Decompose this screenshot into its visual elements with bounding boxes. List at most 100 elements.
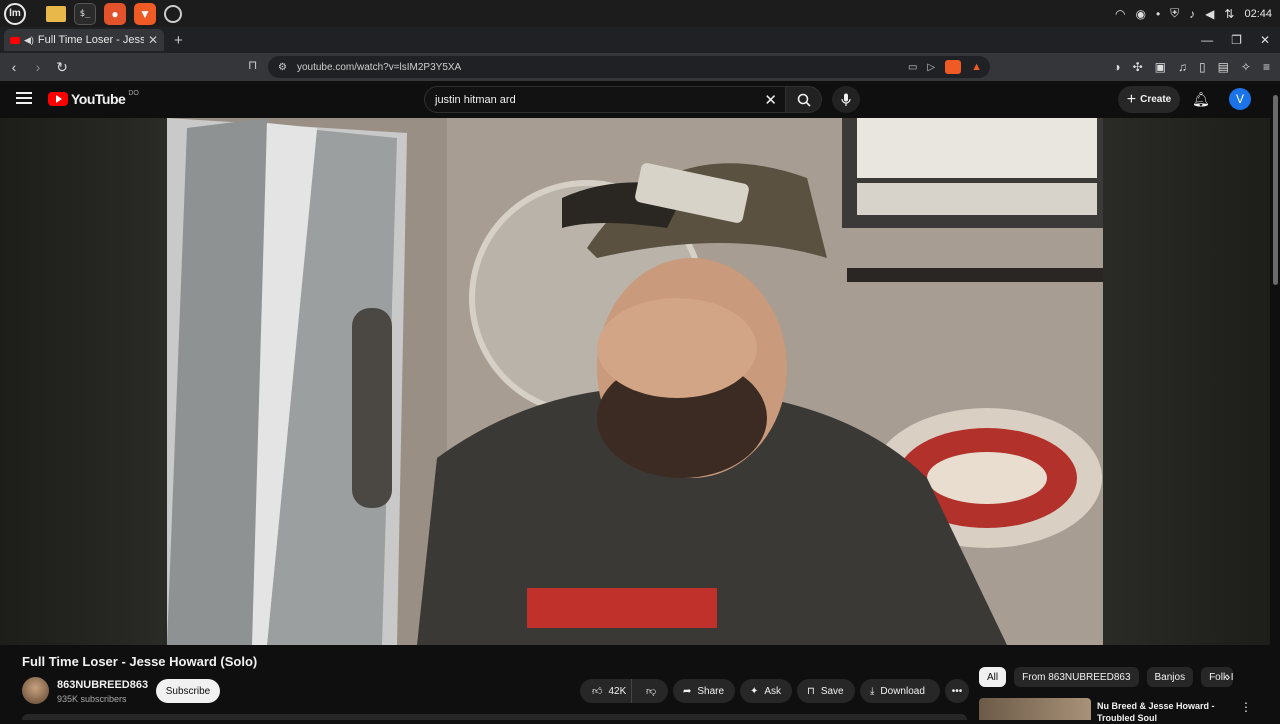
system-tray: ◠ ◉ • ⛨ ♪ ◀ ⇅ 02:44: [1115, 0, 1272, 27]
subscriber-count: 935K subscribers: [57, 694, 127, 704]
site-info-icon[interactable]: ⚙: [278, 62, 287, 73]
chip-all[interactable]: All: [979, 667, 1007, 687]
audio-playing-icon[interactable]: ◀): [24, 35, 34, 46]
page-scrollbar[interactable]: [1270, 81, 1280, 720]
youtube-header: YouTube DO justin hitman ard ✕ + Create …: [0, 81, 1280, 118]
send-icon[interactable]: ▷: [927, 62, 935, 73]
scrollbar-thumb[interactable]: [1273, 95, 1278, 285]
cast-icon[interactable]: ▭: [908, 62, 917, 73]
microphone-icon: [841, 93, 851, 106]
maximize-icon[interactable]: ❐: [1231, 33, 1242, 47]
os-taskbar: lm $_ ● ▼ ◠ ◉ • ⛨ ♪ ◀ ⇅ 02:44: [0, 0, 1280, 27]
save-button[interactable]: ⊓ Save: [797, 679, 855, 703]
url-text: youtube.com/watch?v=lsIM2P3Y5XA: [296, 61, 462, 73]
notification-icon[interactable]: ♪: [1189, 7, 1195, 21]
more-vertical-icon[interactable]: ⋮: [1240, 700, 1252, 714]
clear-search-icon[interactable]: ✕: [764, 91, 777, 109]
brave-icon[interactable]: ▼: [134, 2, 156, 25]
notifications-bell-icon[interactable]: 🔔︎: [1192, 91, 1210, 108]
minimize-icon[interactable]: —: [1201, 33, 1213, 47]
share-button[interactable]: ➦ Share: [673, 679, 735, 703]
channel-name[interactable]: 863NUBREED863: [57, 679, 148, 691]
chevron-right-icon[interactable]: ›: [1226, 669, 1230, 684]
create-label: Create: [1140, 94, 1172, 105]
firefox-icon[interactable]: ●: [104, 2, 126, 25]
video-player[interactable]: [167, 118, 1103, 645]
account-avatar[interactable]: V: [1229, 88, 1251, 110]
thumbs-down-icon: 👎︎: [646, 686, 657, 697]
share-label: Share: [697, 685, 725, 697]
window-controls: — ❐ ✕: [1201, 27, 1270, 53]
files-icon[interactable]: [46, 5, 66, 22]
like-dislike-group: 👍︎ 42K 👎︎: [580, 679, 668, 703]
media-icon[interactable]: ♫: [1178, 60, 1187, 74]
search-icon: [797, 93, 811, 107]
bookmark-icon[interactable]: ⊓: [248, 58, 257, 72]
shield-icon[interactable]: ⛨: [1170, 6, 1179, 21]
create-button[interactable]: + Create: [1118, 86, 1180, 113]
screenshot-icon[interactable]: ▣: [1155, 60, 1166, 74]
wallet-icon[interactable]: ▤: [1218, 60, 1229, 74]
clock[interactable]: 02:44: [1244, 8, 1272, 20]
download-label: Download: [880, 685, 925, 697]
extension-icon[interactable]: ◑: [1113, 60, 1120, 74]
puzzle-icon[interactable]: ✣: [1133, 60, 1143, 74]
logo-region: DO: [128, 89, 139, 97]
forward-icon[interactable]: ›: [28, 59, 48, 75]
tab-strip: ◀) Full Time Loser - Jesse Ho ✕ + — ❐ ✕: [0, 27, 1280, 53]
youtube-play-icon: [48, 92, 68, 106]
vpn-icon[interactable]: ◠: [1115, 7, 1125, 21]
description-box[interactable]: [22, 714, 967, 720]
status-dot-icon: •: [1155, 6, 1161, 21]
video-title: Full Time Loser - Jesse Howard (Solo): [22, 654, 258, 669]
ask-label: Ask: [764, 685, 782, 697]
mint-menu-icon[interactable]: lm: [4, 2, 26, 25]
leo-icon[interactable]: ✧: [1241, 60, 1251, 74]
menu-icon[interactable]: ≡: [1263, 60, 1270, 74]
plus-icon: +: [1126, 90, 1137, 108]
address-bar[interactable]: ⚙ youtube.com/watch?v=lsIM2P3Y5XA ▭ ▷ ▲: [268, 56, 990, 78]
brave-rewards-icon[interactable]: ▲: [971, 61, 982, 73]
like-button[interactable]: 👍︎ 42K: [580, 679, 632, 703]
more-horizontal-icon: •••: [951, 685, 963, 697]
dislike-button[interactable]: 👎︎: [638, 685, 656, 697]
youtube-logo[interactable]: YouTube DO: [48, 89, 139, 107]
channel-avatar[interactable]: [22, 677, 49, 704]
update-icon[interactable]: ◉: [1135, 7, 1145, 21]
download-button[interactable]: ⤓ Download: [860, 679, 940, 703]
network-icon[interactable]: ⇅: [1224, 7, 1234, 21]
recommended-video-thumbnail[interactable]: [979, 698, 1091, 720]
hamburger-menu-icon[interactable]: [16, 92, 32, 104]
sidebar-icon[interactable]: ▯: [1199, 60, 1206, 74]
new-tab-button[interactable]: +: [174, 32, 183, 49]
like-count: 42K: [608, 685, 627, 697]
bookmark-save-icon: ⊓: [807, 685, 815, 697]
brave-shields-icon[interactable]: [945, 60, 962, 74]
youtube-favicon-icon: [10, 36, 20, 44]
search-button[interactable]: [786, 86, 822, 113]
close-window-icon[interactable]: ✕: [1260, 33, 1270, 47]
save-label: Save: [820, 685, 844, 697]
reload-icon[interactable]: ↻: [52, 59, 72, 76]
thumbs-up-icon: 👍︎: [592, 686, 603, 697]
close-tab-icon[interactable]: ✕: [148, 33, 158, 47]
search-query: justin hitman ard: [435, 93, 516, 106]
video-frame: [167, 118, 1103, 645]
extensions-bar: ◑ ✣ ▣ ♫ ▯ ▤ ✧ ≡: [1113, 53, 1270, 81]
recommended-video-title[interactable]: Nu Breed & Jesse Howard - Troubled Soul: [1097, 700, 1225, 724]
more-actions-button[interactable]: •••: [945, 679, 969, 703]
voice-search-button[interactable]: [832, 86, 860, 113]
navigation-bar: ‹ › ↻ ⊓ ⚙ youtube.com/watch?v=lsIM2P3Y5X…: [0, 53, 1280, 81]
volume-icon[interactable]: ◀: [1205, 7, 1214, 21]
browser-tab[interactable]: ◀) Full Time Loser - Jesse Ho ✕: [4, 29, 164, 51]
subscribe-button[interactable]: Subscribe: [156, 679, 220, 703]
search-input[interactable]: justin hitman ard ✕: [424, 86, 786, 113]
chip-banjos[interactable]: Banjos: [1146, 667, 1194, 687]
ask-button[interactable]: ✦ Ask: [740, 679, 792, 703]
chip-from-channel[interactable]: From 863NUBREED863: [1014, 667, 1139, 687]
recommendation-chips: All From 863NUBREED863 Banjos Folk I: [979, 667, 1234, 687]
chromium-icon[interactable]: [164, 4, 182, 23]
share-icon: ➦: [683, 685, 692, 697]
terminal-icon[interactable]: $_: [74, 2, 96, 25]
back-icon[interactable]: ‹: [4, 59, 24, 75]
